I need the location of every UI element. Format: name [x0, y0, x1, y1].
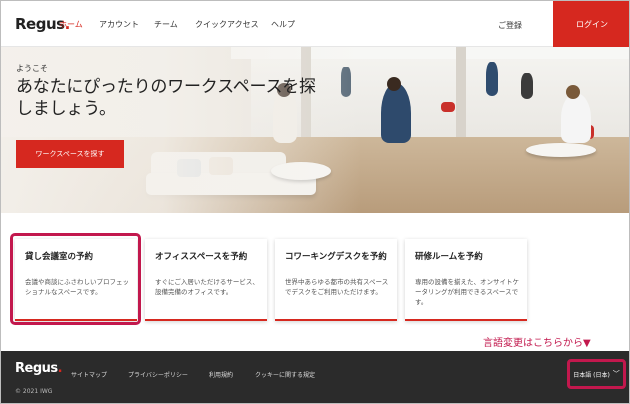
highlight-frame: [10, 233, 141, 325]
nav-account[interactable]: アカウント: [99, 19, 139, 30]
page-frame: Regus. ホーム アカウント チーム クイックアクセス ヘルプ ご登録 ログ…: [0, 0, 630, 404]
hero-person-head: [387, 77, 401, 91]
hero-person: [521, 73, 533, 99]
footer: Regus. サイトマップ プライバシーポリシー 利用規約 クッキーに関する規定…: [1, 351, 629, 403]
chevron-down-icon: ﹀: [612, 370, 620, 378]
signup-link[interactable]: ご登録: [498, 20, 522, 31]
find-workspace-button[interactable]: ワークスペースを探す: [16, 140, 124, 168]
language-label: 日本語 (日本): [573, 371, 610, 379]
nav-quick-access[interactable]: クイックアクセス: [195, 19, 259, 30]
card-title: 研修ルームを予約: [415, 252, 483, 262]
hero-person-woman: [561, 93, 591, 143]
card-description: 専用の設備を揃えた、オンサイトケータリングが利用できるスペースです。: [415, 278, 519, 306]
hero-welcome: ようこそ: [16, 64, 48, 73]
hero-banner: [1, 47, 629, 213]
top-header: Regus. ホーム アカウント チーム クイックアクセス ヘルプ ご登録 ログ…: [1, 1, 629, 47]
language-selector[interactable]: 日本語 (日本) ﹀: [567, 359, 626, 389]
hero-person-head: [566, 85, 580, 99]
footer-link-cookies[interactable]: クッキーに関する規定: [255, 370, 315, 379]
nav-help[interactable]: ヘルプ: [271, 19, 295, 30]
card-training-room[interactable]: 研修ルームを予約 専用の設備を揃えた、オンサイトケータリングが利用できるスペース…: [405, 239, 527, 321]
card-description: すぐにご入居いただけるサービス、設備完備のオフィスです。: [155, 278, 259, 296]
footer-link-sitemap[interactable]: サイトマップ: [71, 370, 107, 379]
hero-person-man: [381, 83, 411, 143]
hero-pillar: [456, 47, 466, 147]
card-title: コワーキングデスクを予約: [285, 252, 387, 262]
card-office-space[interactable]: オフィススペースを予約 すぐにご入居いただけるサービス、設備完備のオフィスです。: [145, 239, 267, 321]
hero-person: [486, 62, 498, 96]
language-annotation: 言語変更はこちらから▼: [483, 338, 591, 349]
card-title: オフィススペースを予約: [155, 252, 248, 262]
hero-headline: あなたにぴったりのワークスペースを探しましょう。: [16, 77, 316, 119]
hero-red-chair: [441, 102, 455, 112]
copyright: © 2021 IWG: [15, 388, 53, 395]
login-button[interactable]: ログイン: [553, 1, 629, 47]
footer-link-terms[interactable]: 利用規約: [209, 370, 233, 379]
hero-round-table: [526, 143, 596, 157]
hero-fade-overlay: [1, 47, 361, 213]
footer-logo[interactable]: Regus.: [15, 361, 63, 376]
nav-team[interactable]: チーム: [154, 19, 178, 30]
card-coworking-desk[interactable]: コワーキングデスクを予約 世界中あらゆる都市の共有スペースでデスクをご利用いただ…: [275, 239, 397, 321]
card-description: 世界中あらゆる都市の共有スペースでデスクをご利用いただけます。: [285, 278, 389, 296]
footer-link-privacy[interactable]: プライバシーポリシー: [128, 370, 188, 379]
nav-home[interactable]: ホーム: [59, 19, 83, 30]
